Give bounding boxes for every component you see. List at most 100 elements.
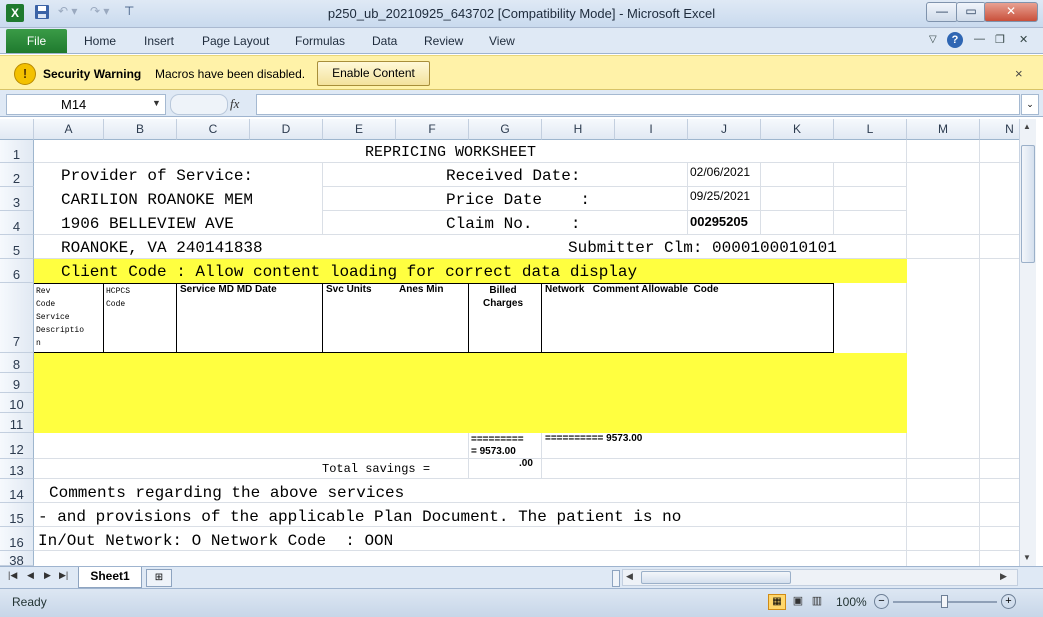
restore-button[interactable]: ▭ xyxy=(956,2,986,22)
row-header[interactable]: 15 xyxy=(0,503,34,527)
next-sheet-icon[interactable]: ▶ xyxy=(44,570,51,581)
tab-page-layout[interactable]: Page Layout xyxy=(202,34,269,48)
row-header[interactable]: 1 xyxy=(0,140,34,163)
provider-address-line1[interactable]: 1906 BELLEVIEW AVE xyxy=(61,215,234,233)
workbook-minimize-icon[interactable]: — xyxy=(974,33,985,45)
select-all-corner[interactable] xyxy=(0,119,34,140)
provider-name[interactable]: CARILION ROANOKE MEM xyxy=(61,191,253,209)
zoom-in-icon[interactable]: + xyxy=(1001,594,1016,609)
provider-address-line2[interactable]: ROANOKE, VA 240141838 xyxy=(61,239,263,257)
hcpcs-code-header[interactable]: HCPCS Code xyxy=(106,285,130,311)
received-date-label[interactable]: Received Date: xyxy=(446,167,580,185)
workbook-restore-icon[interactable]: ❐ xyxy=(995,33,1005,46)
svc-units-header[interactable]: Svc Units xyxy=(326,284,372,295)
last-sheet-icon[interactable]: ▶| xyxy=(59,570,68,581)
tab-file[interactable]: File xyxy=(6,29,67,53)
allowable-total[interactable]: ========== 9573.00 xyxy=(545,433,642,444)
row-header[interactable]: 9 xyxy=(0,373,34,393)
tab-review[interactable]: Review xyxy=(424,34,463,48)
column-header[interactable]: E xyxy=(323,119,396,140)
row-header[interactable]: 2 xyxy=(0,163,34,187)
worksheet-grid[interactable]: A B C D E F G H I J K L M N 1 2 3 4 5 6 … xyxy=(0,119,1019,566)
column-header[interactable]: I xyxy=(615,119,688,140)
tab-insert[interactable]: Insert xyxy=(144,34,174,48)
row-header[interactable]: 3 xyxy=(0,187,34,211)
provider-label[interactable]: Provider of Service: xyxy=(61,167,253,185)
insert-sheet-icon[interactable]: ⊞ xyxy=(146,569,172,587)
column-header[interactable]: B xyxy=(104,119,177,140)
total-savings-value[interactable]: .00 xyxy=(519,458,533,469)
received-date-value[interactable]: 02/06/2021 xyxy=(690,165,750,179)
previous-sheet-icon[interactable]: ◀ xyxy=(27,570,34,581)
sheet-tab-sheet1[interactable]: Sheet1 xyxy=(78,567,142,588)
formula-input[interactable] xyxy=(256,94,1020,115)
normal-view-icon[interactable]: ▦ xyxy=(768,594,786,610)
worksheet-title[interactable]: REPRICING WORKSHEET xyxy=(365,144,536,161)
column-header[interactable]: H xyxy=(542,119,615,140)
row-header[interactable]: 5 xyxy=(0,235,34,259)
price-date-label[interactable]: Price Date : xyxy=(446,191,590,209)
expand-formula-bar-icon[interactable]: ⌄ xyxy=(1021,94,1039,115)
row-header[interactable]: 11 xyxy=(0,413,34,433)
network-line[interactable]: In/Out Network: O Network Code : OON xyxy=(38,532,393,550)
vertical-scrollbar[interactable]: ▲ ▼ xyxy=(1019,119,1036,566)
help-icon[interactable]: ? xyxy=(947,32,963,48)
row-header[interactable]: 8 xyxy=(0,353,34,373)
column-header[interactable]: G xyxy=(469,119,542,140)
column-header[interactable]: N xyxy=(980,119,1019,140)
row-header[interactable]: 16 xyxy=(0,527,34,551)
minimize-button[interactable]: — xyxy=(926,2,958,22)
column-header[interactable]: F xyxy=(396,119,469,140)
row-header[interactable]: 10 xyxy=(0,393,34,413)
zoom-level[interactable]: 100% xyxy=(836,595,867,609)
workbook-close-icon[interactable]: ✕ xyxy=(1019,33,1028,46)
rev-code-header[interactable]: Rev Code Service Descriptio n xyxy=(36,285,84,350)
total-savings-label[interactable]: Total savings = xyxy=(322,462,430,476)
tab-home[interactable]: Home xyxy=(84,34,116,48)
network-comment-allowable-header[interactable]: Network Comment Allowable Code xyxy=(545,284,719,295)
insert-function-icon[interactable]: fx xyxy=(230,96,239,112)
column-header[interactable]: L xyxy=(834,119,907,140)
tab-split-handle[interactable] xyxy=(612,570,620,587)
scroll-down-icon[interactable]: ▼ xyxy=(1023,553,1031,562)
minimize-ribbon-icon[interactable]: ▽ xyxy=(929,34,937,45)
claim-number-label[interactable]: Claim No. : xyxy=(446,215,580,233)
horizontal-scrollbar[interactable]: ◀ ▶ xyxy=(622,569,1018,586)
column-header[interactable]: A xyxy=(34,119,104,140)
zoom-slider-thumb[interactable] xyxy=(941,595,948,608)
comments-line[interactable]: Comments regarding the above services xyxy=(49,484,404,502)
row-header[interactable]: 7 xyxy=(0,283,34,353)
row-header[interactable]: 6 xyxy=(0,259,34,283)
page-break-view-icon[interactable]: ▥ xyxy=(809,594,825,610)
row-header[interactable]: 4 xyxy=(0,211,34,235)
horizontal-scroll-thumb[interactable] xyxy=(641,571,791,584)
tab-view[interactable]: View xyxy=(489,34,515,48)
row-header[interactable]: 14 xyxy=(0,479,34,503)
plan-document-line[interactable]: - and provisions of the applicable Plan … xyxy=(38,508,681,526)
first-sheet-icon[interactable]: |◀ xyxy=(8,570,17,581)
row-header[interactable]: 12 xyxy=(0,433,34,459)
column-header[interactable]: J xyxy=(688,119,761,140)
tab-data[interactable]: Data xyxy=(372,34,397,48)
close-icon[interactable]: × xyxy=(1015,66,1023,81)
scroll-thumb[interactable] xyxy=(1021,145,1035,263)
row-header[interactable]: 38 xyxy=(0,551,34,566)
claim-number-value[interactable]: 00295205 xyxy=(690,214,748,229)
chevron-down-icon[interactable]: ▼ xyxy=(152,98,161,108)
scroll-left-icon[interactable]: ◀ xyxy=(626,571,633,582)
zoom-out-icon[interactable]: − xyxy=(874,594,889,609)
column-header[interactable]: K xyxy=(761,119,834,140)
service-md-date-header[interactable]: Service MD MD Date xyxy=(180,284,277,295)
client-code-notice[interactable]: Client Code : Allow content loading for … xyxy=(61,263,637,281)
page-layout-view-icon[interactable]: ▣ xyxy=(790,594,806,610)
anes-min-header[interactable]: Anes Min xyxy=(399,284,443,295)
row-header[interactable]: 13 xyxy=(0,459,34,479)
submitter-claim[interactable]: Submitter Clm: 0000100010101 xyxy=(568,239,837,257)
column-header[interactable]: C xyxy=(177,119,250,140)
name-box[interactable]: M14 ▼ xyxy=(6,94,166,115)
enable-content-button[interactable]: Enable Content xyxy=(317,61,430,86)
close-button[interactable]: ✕ xyxy=(984,2,1038,22)
scroll-right-icon[interactable]: ▶ xyxy=(1000,571,1007,582)
price-date-value[interactable]: 09/25/2021 xyxy=(690,189,750,203)
tab-formulas[interactable]: Formulas xyxy=(295,34,345,48)
